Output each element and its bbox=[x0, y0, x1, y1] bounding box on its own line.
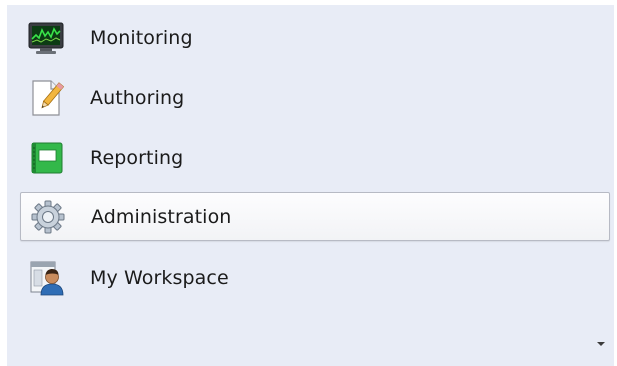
nav-item-label: My Workspace bbox=[90, 266, 229, 289]
navigation-pane: Monitoring Authoring Reporting Administr… bbox=[0, 0, 617, 366]
nav-item-label: Authoring bbox=[90, 86, 185, 109]
nav-item-my-workspace[interactable]: My Workspace bbox=[20, 253, 610, 302]
chevron-down-icon bbox=[596, 332, 606, 351]
nav-item-label: Reporting bbox=[90, 146, 184, 169]
nav-item-administration[interactable]: Administration bbox=[20, 192, 610, 241]
nav-item-authoring[interactable]: Authoring bbox=[20, 73, 610, 122]
nav-item-reporting[interactable]: Reporting bbox=[20, 133, 610, 182]
document-pencil-icon bbox=[28, 79, 66, 117]
wunderbar: Monitoring Authoring Reporting Administr… bbox=[7, 5, 614, 366]
nav-item-label: Monitoring bbox=[90, 26, 193, 49]
report-book-icon bbox=[28, 139, 66, 177]
gear-icon bbox=[29, 198, 67, 236]
user-workspace-icon bbox=[28, 259, 66, 297]
nav-item-label: Administration bbox=[91, 205, 232, 228]
configure-buttons-button[interactable] bbox=[594, 336, 608, 346]
monitor-icon bbox=[28, 19, 66, 57]
nav-item-monitoring[interactable]: Monitoring bbox=[20, 13, 610, 62]
